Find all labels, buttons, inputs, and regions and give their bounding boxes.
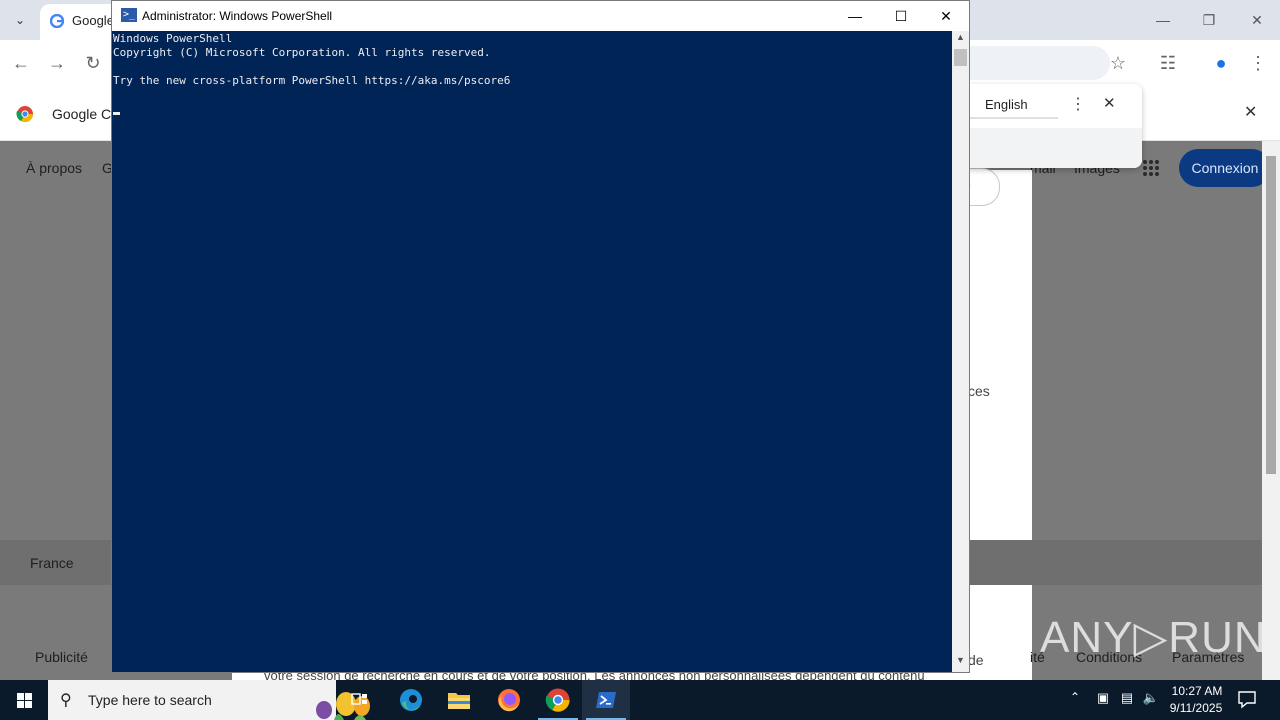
console-line: Try the new cross-platform PowerShell ht… [113, 74, 511, 87]
profile-button[interactable]: ● [1206, 48, 1236, 78]
powershell-scrollbar-thumb[interactable] [954, 49, 967, 66]
translate-popup-footer [968, 128, 1142, 168]
chrome-taskbar-button[interactable] [534, 680, 582, 720]
page-scrollbar-thumb[interactable] [1266, 156, 1276, 474]
minimize-icon: — [848, 8, 862, 24]
close-icon: ✕ [940, 8, 952, 24]
powershell-minimize-button[interactable]: — [832, 1, 878, 31]
back-button[interactable]: ← [6, 48, 36, 78]
search-placeholder: Type here to search [88, 692, 212, 708]
powershell-taskbar-button[interactable] [582, 680, 630, 720]
close-icon: ✕ [1251, 12, 1263, 28]
taskbar-search-box[interactable]: ⚲ Type here to search [48, 680, 370, 720]
volume-icon[interactable]: 🔈 [1142, 690, 1160, 708]
meet-now-icon[interactable]: ▣ [1094, 690, 1112, 708]
powershell-window: >_ Administrator: Windows PowerShell — ☐… [111, 0, 970, 673]
signin-button[interactable]: Connexion [1179, 149, 1271, 187]
profile-icon: ● [1215, 53, 1227, 73]
scroll-up-arrow-icon[interactable]: ▲ [952, 32, 969, 48]
about-link[interactable]: À propos [26, 160, 82, 176]
chrome-menu-button[interactable]: ⋮ [1243, 48, 1273, 78]
puzzle-icon: ☷ [1159, 53, 1177, 73]
search-icon: ⚲ [60, 692, 72, 709]
apps-grid-icon[interactable] [1143, 160, 1159, 176]
translate-close-icon[interactable]: ✕ [1103, 94, 1116, 112]
maximize-icon: ☐ [894, 8, 908, 24]
firefox-icon [498, 689, 520, 712]
tab-search-button[interactable]: ⌄ [6, 6, 34, 34]
console-line: Copyright (C) Microsoft Corporation. All… [113, 46, 491, 59]
consent-dialog-text: ces [968, 383, 990, 399]
firefox-taskbar-button[interactable] [485, 680, 533, 720]
more-vert-icon: ⋮ [1249, 53, 1267, 73]
star-icon: ☆ [1109, 53, 1127, 73]
powershell-icon [596, 692, 616, 708]
forward-arrow-icon: → [48, 53, 66, 73]
task-view-button[interactable] [336, 680, 384, 720]
infobar-close-icon[interactable]: ✕ [1244, 102, 1257, 122]
tab-title: Google [72, 13, 114, 28]
powershell-title: Administrator: Windows PowerShell [142, 9, 333, 23]
network-icon[interactable]: ▤ [1118, 690, 1136, 708]
google-icon [50, 14, 64, 28]
infobar-text: Google Ch [52, 106, 119, 122]
taskbar: ⚲ Type here to search ⌃ ▣ ▤ 🔈 10:27 AM 9… [0, 680, 1280, 720]
translate-tab-underline [970, 117, 1058, 119]
powershell-close-button[interactable]: ✕ [923, 1, 969, 31]
console-line: Windows PowerShell [113, 32, 233, 45]
consent-dialog [968, 170, 1032, 680]
reload-icon: ↻ [85, 53, 101, 73]
tray-overflow-chevron-icon[interactable]: ⌃ [1070, 690, 1080, 704]
folder-icon [448, 693, 470, 709]
chrome-restore-button[interactable]: ❐ [1186, 8, 1232, 32]
task-view-icon [351, 693, 367, 705]
chrome-close-button[interactable]: ✕ [1234, 8, 1280, 32]
powershell-icon: >_ [121, 8, 137, 22]
start-button[interactable] [0, 680, 48, 720]
edge-taskbar-button[interactable] [387, 680, 435, 720]
restore-icon: ❐ [1202, 12, 1216, 28]
chrome-icon [545, 688, 570, 712]
file-explorer-taskbar-button[interactable] [435, 680, 483, 720]
powershell-maximize-button[interactable]: ☐ [878, 1, 924, 31]
edge-icon [400, 689, 422, 711]
clock-time[interactable]: 10:27 AM [1170, 684, 1224, 698]
scroll-down-arrow-icon[interactable]: ▼ [952, 655, 969, 671]
minimize-icon: — [1156, 12, 1170, 28]
notification-icon[interactable] [1236, 689, 1258, 709]
powershell-scrollbar[interactable] [952, 31, 969, 672]
forward-button[interactable]: → [42, 48, 72, 78]
translate-more-icon[interactable]: ⋮ [1070, 94, 1086, 114]
footer-ads-link[interactable]: Publicité [35, 649, 88, 665]
console-cursor [113, 112, 120, 115]
translate-language-tab[interactable]: English [985, 97, 1028, 112]
reload-button[interactable]: ↻ [78, 48, 108, 78]
footer-country: France [30, 555, 74, 571]
powershell-titlebar[interactable]: >_ Administrator: Windows PowerShell — ☐… [112, 1, 969, 31]
back-arrow-icon: ← [12, 53, 30, 73]
chrome-logo-icon [16, 106, 34, 123]
clock-date[interactable]: 9/11/2025 [1164, 701, 1228, 715]
powershell-console[interactable]: Windows PowerShell Copyright (C) Microso… [112, 31, 952, 672]
chevron-down-icon: ⌄ [14, 13, 26, 27]
extensions-button[interactable]: ☷ [1153, 48, 1183, 78]
chrome-minimize-button[interactable]: — [1140, 8, 1186, 32]
anyrun-watermark: ANY▷RUN [1040, 613, 1267, 662]
windows-logo-icon [16, 692, 32, 708]
